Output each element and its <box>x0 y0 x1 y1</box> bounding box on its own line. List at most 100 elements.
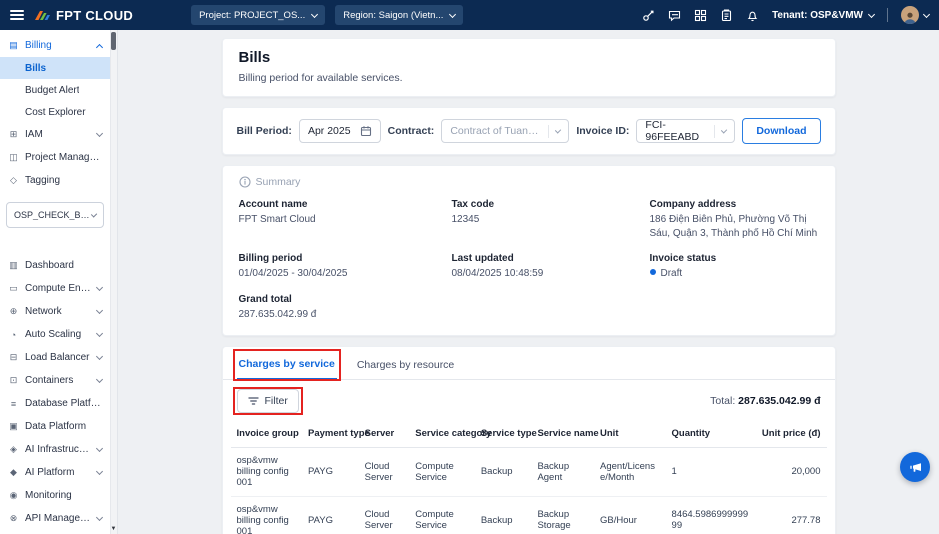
menu-icon[interactable] <box>10 10 24 20</box>
column-header: Server <box>358 420 410 448</box>
sidebar-item-iam[interactable]: ⊞ IAM <box>0 123 110 146</box>
feedback-fab-button[interactable] <box>900 452 930 482</box>
status-badge: Draft <box>649 267 819 281</box>
contract-label: Contract: <box>387 125 435 137</box>
sidebar-item-compute-engine[interactable]: ▭ Compute Engine <box>0 277 110 300</box>
api-management-icon: ⊗ <box>9 513 18 523</box>
sidebar-item-containers[interactable]: ⊡ Containers <box>0 369 110 392</box>
project-dropdown[interactable]: Project: PROJECT_OS... <box>191 5 326 25</box>
sidebar-subitem-bills[interactable]: Bills <box>0 57 110 79</box>
field-value: 186 Điện Biên Phủ, Phường Võ Thị Sáu, Qu… <box>649 214 818 239</box>
table-header-row: Invoice group Payment type Server Servic… <box>230 420 827 448</box>
ai-platform-icon: ◆ <box>10 467 17 477</box>
tab-charges-by-resource[interactable]: Charges by resource <box>355 352 456 379</box>
billing-period-field: Billing period 01/04/2025 - 30/04/2025 <box>239 253 444 281</box>
project-management-icon: ◫ <box>9 152 18 162</box>
summary-header: Summary <box>238 176 819 188</box>
sidebar-item-project-management[interactable]: ◫ Project Management <box>0 146 110 169</box>
database-platform-icon: ≡ <box>10 398 17 409</box>
chat-icon[interactable] <box>668 9 681 22</box>
sidebar-item-dashboard[interactable]: ▥ Dashboard <box>0 254 110 277</box>
cell: osp&vmw billing config 001 <box>230 447 303 497</box>
table-toolbar: Filter Total: 287.635.042.99 đ <box>223 380 835 420</box>
field-value: 08/04/2025 10:48:59 <box>451 268 544 279</box>
megaphone-icon <box>909 462 921 472</box>
sidebar-item-load-balancer[interactable]: ⊟ Load Balancer <box>0 346 110 369</box>
scrollbar-down-arrow[interactable]: ▼ <box>110 526 117 533</box>
sidebar-item-label: Network <box>25 306 62 317</box>
sidebar-item-api-management[interactable]: ⊗ API Management <box>0 507 110 530</box>
region-dropdown-label: Region: Saigon (Vietn... <box>343 9 444 21</box>
invoice-id-select[interactable]: FCI-96FEEABD <box>636 119 736 143</box>
grand-total-field: Grand total 287.635.042.99 đ <box>239 294 444 322</box>
cell: 20,000 <box>754 447 827 497</box>
compute-engine-icon: ▭ <box>9 283 18 293</box>
field-label: Company address <box>649 199 737 210</box>
sidebar-item-monitoring[interactable]: ◉ Monitoring <box>0 484 110 507</box>
sidebar-item-auto-scaling[interactable]: ◔ Auto Scaling <box>0 323 110 346</box>
chevron-down-icon <box>720 126 728 134</box>
tax-code-field: Tax code 12345 <box>452 199 642 240</box>
sidebar-subitem-cost-explorer[interactable]: Cost Explorer <box>0 101 110 123</box>
total-label: Total: <box>710 395 736 407</box>
invoice-status-field: Invoice status Draft <box>649 253 819 281</box>
sidebar-project-select[interactable]: OSP_CHECK_BILL_001 <box>6 202 104 228</box>
auto-scaling-icon: ◔ <box>10 329 17 340</box>
column-header: Quantity <box>665 420 755 448</box>
sidebar-scrollbar[interactable]: ▼ <box>110 30 117 534</box>
tagging-icon: ◇ <box>10 175 17 185</box>
cell: PAYG <box>302 496 359 534</box>
column-header: Unit <box>594 420 666 448</box>
page-subtitle: Billing period for available services. <box>238 72 403 84</box>
cell: Compute Service <box>409 496 475 534</box>
region-dropdown[interactable]: Region: Saigon (Vietn... <box>335 5 464 25</box>
sidebar-item-devops[interactable]: ∞ DevOps <box>0 530 110 534</box>
iam-icon: ⊞ <box>9 129 18 139</box>
tenant-dropdown[interactable]: Tenant: OSP&VMW <box>772 9 876 21</box>
notification-bell-icon[interactable] <box>746 9 759 22</box>
sidebar-item-billing[interactable]: ▤ Billing <box>0 34 110 57</box>
sidebar-item-label: Dashboard <box>25 260 74 271</box>
sidebar-item-ai-platform[interactable]: ◆ AI Platform <box>0 461 110 484</box>
main-content: Bills Billing period for available servi… <box>118 30 939 534</box>
cell: Agent/License/Month <box>594 447 666 497</box>
top-navbar: FPT CLOUD Project: PROJECT_OS... Region:… <box>0 0 939 30</box>
chevron-down-icon <box>95 352 104 361</box>
bills-header-card: Bills Billing period for available servi… <box>221 38 836 97</box>
fpt-logo-icon <box>35 11 50 20</box>
apps-grid-icon[interactable] <box>694 9 707 22</box>
company-address-field: Company address 186 Điện Biên Phủ, Phườn… <box>650 199 819 240</box>
project-dropdown-label: Project: PROJECT_OS... <box>199 9 306 21</box>
bill-period-label: Bill Period: <box>236 125 292 137</box>
field-label: Tax code <box>451 199 495 210</box>
chevron-down-icon <box>95 129 104 138</box>
charges-table: Invoice group Payment type Server Servic… <box>230 420 827 534</box>
wrench-icon[interactable] <box>642 9 655 22</box>
cell: Cloud Server <box>358 447 410 497</box>
containers-icon: ⊡ <box>9 375 18 385</box>
sidebar-project-select-value: OSP_CHECK_BILL_001 <box>14 210 92 220</box>
tab-charges-by-service[interactable]: Charges by service <box>236 351 337 380</box>
changelog-icon[interactable] <box>720 8 733 22</box>
sidebar-item-data-platform[interactable]: ▣ Data Platform <box>0 415 110 438</box>
chevron-down-icon <box>554 126 562 134</box>
sidebar-item-tagging[interactable]: ◇ Tagging <box>0 169 110 192</box>
cell: Compute Service <box>409 447 475 497</box>
bill-period-input[interactable]: Apr 2025 <box>298 119 381 143</box>
billing-icon: ▤ <box>9 40 18 50</box>
download-button[interactable]: Download <box>742 118 821 144</box>
sidebar-item-network[interactable]: ⊕ Network <box>0 300 110 323</box>
tenant-label: Tenant: OSP&VMW <box>772 9 863 21</box>
user-avatar-menu[interactable] <box>901 6 931 24</box>
sidebar-item-ai-infrastructure[interactable]: ◈ AI Infrastructure <box>0 438 110 461</box>
sidebar-item-label: Database Platform <box>25 398 102 409</box>
contract-select-value: Contract of Tuannn52... <box>450 125 541 137</box>
sidebar-item-label: Tagging <box>25 175 61 186</box>
contract-select[interactable]: Contract of Tuannn52... <box>441 119 570 143</box>
filter-button[interactable]: Filter <box>236 389 299 413</box>
sidebar-subitem-budget-alert[interactable]: Budget Alert <box>0 79 110 101</box>
chevron-up-icon <box>95 43 104 51</box>
select-divider <box>714 124 715 138</box>
sidebar-item-database-platform[interactable]: ≡ Database Platform <box>0 392 110 415</box>
scrollbar-thumb[interactable] <box>111 32 116 50</box>
